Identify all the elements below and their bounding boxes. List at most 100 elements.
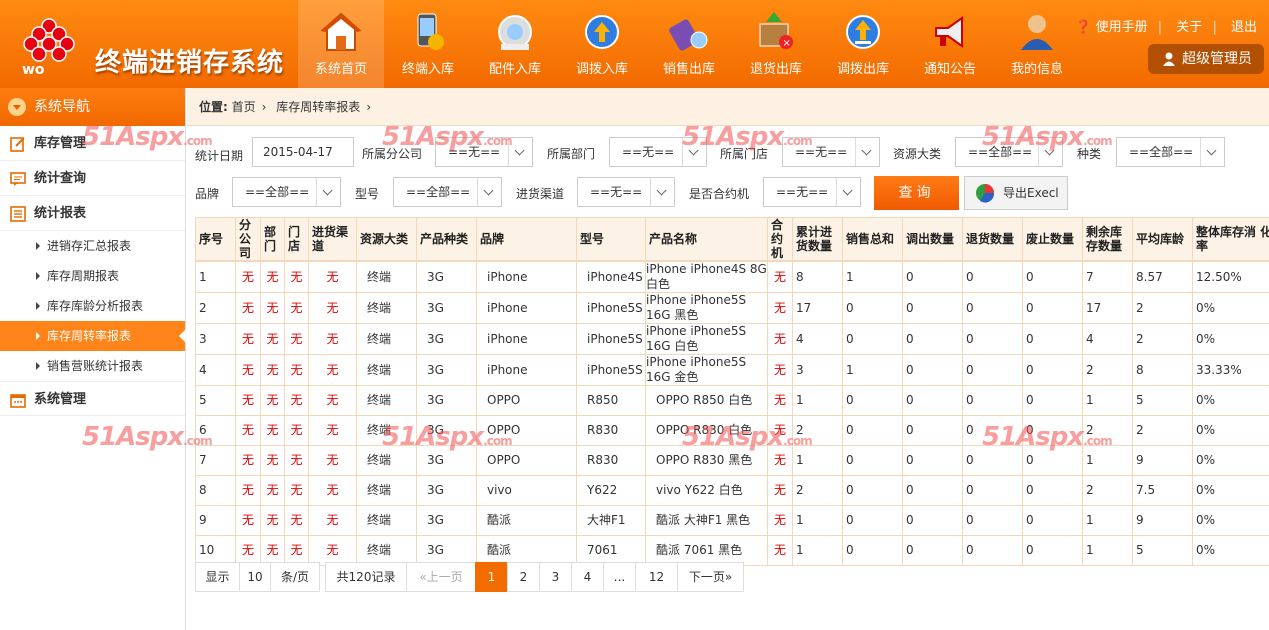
table-cell: 0 <box>902 535 963 566</box>
chevron-down-icon <box>650 178 674 206</box>
nav-item-terminal-in[interactable]: 终端入库 <box>385 0 471 88</box>
channel-value: ==无== <box>590 185 643 199</box>
transfer-in-icon <box>585 15 619 49</box>
nav-item-transfer-out[interactable]: 调拨出库 <box>820 0 906 88</box>
user-button[interactable]: 超级管理员 <box>1148 44 1264 74</box>
watermark: 51Aspx.com <box>382 122 513 152</box>
page-button-12[interactable]: 12 <box>635 562 678 592</box>
table-cell: 1 <box>842 260 903 293</box>
table-cell: 0 <box>962 323 1023 355</box>
column-header: 门店 <box>284 217 309 262</box>
table-cell: 0% <box>1192 292 1269 324</box>
table-cell: 7 <box>1082 260 1133 293</box>
table-cell: 无 <box>260 260 285 293</box>
app-logo[interactable]: wo 终端进销存系统 <box>10 12 290 78</box>
table-cell: 9 <box>195 505 236 536</box>
logout-link[interactable]: 退出 <box>1231 20 1257 35</box>
breadcrumb-home[interactable]: 首页 <box>232 100 256 114</box>
table-cell: 酷派 7061 黑色 <box>645 535 768 566</box>
about-link[interactable]: 关于 <box>1176 20 1202 35</box>
table-row[interactable]: 9 无无无无终端 3G 酷派 大神F1 酷派 大神F1 黑色无 1 0 0 0 0 1 9 0% <box>195 505 1269 536</box>
sidebar-section-query[interactable]: 统计查询 <box>0 161 185 196</box>
table-cell: 3 <box>195 323 236 355</box>
sidebar-item-age-report[interactable]: 库存库龄分析报表 <box>0 291 185 321</box>
nav-item-return-out[interactable]: × 退货出库 <box>733 0 819 88</box>
table-cell: vivo <box>476 475 577 506</box>
table-row[interactable]: 2无无无无终端3GiPhoneiPhone5S 16GiPhone iPhone… <box>195 292 1269 324</box>
table-row[interactable]: 10 无无无无终端 3G 酷派 7061 酷派 7061 黑色无 1 0 0 0 0 1 5 0% <box>195 535 1269 566</box>
page-button-4[interactable]: 4 <box>571 562 604 592</box>
kind-select[interactable]: ==全部== <box>1116 137 1225 167</box>
sidebar-item-turnover-report[interactable]: 库存周转率报表 <box>0 321 186 351</box>
table-cell: 0% <box>1192 323 1269 355</box>
nav-item-my-info[interactable]: 我的信息 <box>994 0 1080 88</box>
table-cell: 7061 <box>576 535 646 566</box>
column-header: 序号 <box>195 217 236 262</box>
sidebar-section-reports[interactable]: 统计报表 <box>0 196 185 231</box>
export-button[interactable]: 导出Execl <box>964 176 1068 210</box>
page-button-1[interactable]: 1 <box>475 562 508 592</box>
prev-page-button[interactable]: «上一页 <box>406 562 476 592</box>
page-button-2[interactable]: 2 <box>507 562 540 592</box>
table-cell: 无 <box>308 415 357 446</box>
table-cell: 无 <box>284 354 309 386</box>
table-row[interactable]: 1无无无无终端3GiPhoneiPhone4S 8GiPhone iPhone4… <box>195 260 1269 293</box>
page-button-3[interactable]: 3 <box>539 562 572 592</box>
channel-select[interactable]: ==无== <box>577 177 675 207</box>
phone-in-icon <box>417 13 444 50</box>
megaphone-icon <box>935 16 963 48</box>
dept-value: ==无== <box>622 145 675 159</box>
table-cell: 5 <box>1132 385 1193 416</box>
table-cell: 无 <box>284 415 309 446</box>
pager-per-page: 条/页 <box>270 562 320 592</box>
nav-label: 系统首页 <box>314 62 367 77</box>
table-cell: 0 <box>1022 292 1083 324</box>
table-cell: 3G <box>416 323 477 355</box>
sidebar-section-system[interactable]: 系统管理 <box>0 381 185 416</box>
sidebar-section-label: 统计报表 <box>34 206 87 221</box>
nav-item-transfer-in[interactable]: 调拨入库 <box>559 0 645 88</box>
chevron-down-icon <box>1200 138 1224 166</box>
date-input[interactable]: 2015-04-17 <box>252 137 354 167</box>
sidebar-header[interactable]: 系统导航 <box>0 88 185 126</box>
user-info-icon <box>1021 15 1053 50</box>
sidebar-title: 系统导航 <box>34 99 90 115</box>
column-header: 累计进货数量 <box>792 217 843 262</box>
manual-link[interactable]: 使用手册 <box>1096 20 1148 35</box>
table-row[interactable]: 3无无无无终端3GiPhoneiPhone5S 16GiPhone iPhone… <box>195 323 1269 355</box>
nav-item-sales-out[interactable]: 销售出库 <box>646 0 732 88</box>
column-header: 产品名称 <box>645 217 768 262</box>
model-select[interactable]: ==全部== <box>393 177 502 207</box>
sidebar-item-summary-report[interactable]: 进销存汇总报表 <box>0 231 185 261</box>
brand-select[interactable]: ==全部== <box>232 177 341 207</box>
table-cell: OPPO <box>476 385 577 416</box>
nav-item-accessory-in[interactable]: 配件入库 <box>472 0 558 88</box>
resource-label: 资源大类 <box>893 147 942 161</box>
table-cell: 3 <box>792 354 843 386</box>
contract-select[interactable]: ==无== <box>763 177 861 207</box>
table-cell: iPhone5S 16G <box>576 292 646 324</box>
table-row[interactable]: 8 无无无无终端 3G vivo Y622 vivo Y622 白色无 2 0 0 0 0 2 7.5 0… <box>195 475 1269 506</box>
table-cell: iPhone5S 16G <box>576 323 646 355</box>
table-cell: 2 <box>1132 415 1193 446</box>
svg-text:×: × <box>783 38 791 49</box>
table-cell: 0 <box>902 260 963 293</box>
watermark: 51Aspx.com <box>982 422 1113 452</box>
next-page-button[interactable]: 下一页» <box>677 562 744 592</box>
nav-label: 配件入库 <box>488 62 541 77</box>
breadcrumb-label: 位置: <box>199 100 228 114</box>
table-cell: 无 <box>308 260 357 293</box>
table-cell: 无 <box>260 415 285 446</box>
nav-item-notice[interactable]: 通知公告 <box>907 0 993 88</box>
table-cell: 无 <box>235 354 261 386</box>
table-cell: 无 <box>767 505 793 536</box>
page-size-input[interactable]: 10 <box>239 562 271 592</box>
sidebar-section-label: 统计查询 <box>34 171 87 186</box>
table-row[interactable]: 4无无无无终端3GiPhoneiPhone5S 16GiPhone iPhone… <box>195 354 1269 386</box>
brand-label: 品牌 <box>195 187 220 201</box>
table-row[interactable]: 5 无无无无终端 3G OPPO R850 OPPO R850 白色无 1 0 0 0 0 1 5 0% <box>195 385 1269 416</box>
query-button[interactable]: 查询 <box>874 176 959 210</box>
sidebar-item-sales-report[interactable]: 销售营账统计报表 <box>0 351 185 381</box>
nav-item-home[interactable]: 系统首页 <box>298 0 384 88</box>
sidebar-item-cycle-report[interactable]: 库存周期报表 <box>0 261 185 291</box>
